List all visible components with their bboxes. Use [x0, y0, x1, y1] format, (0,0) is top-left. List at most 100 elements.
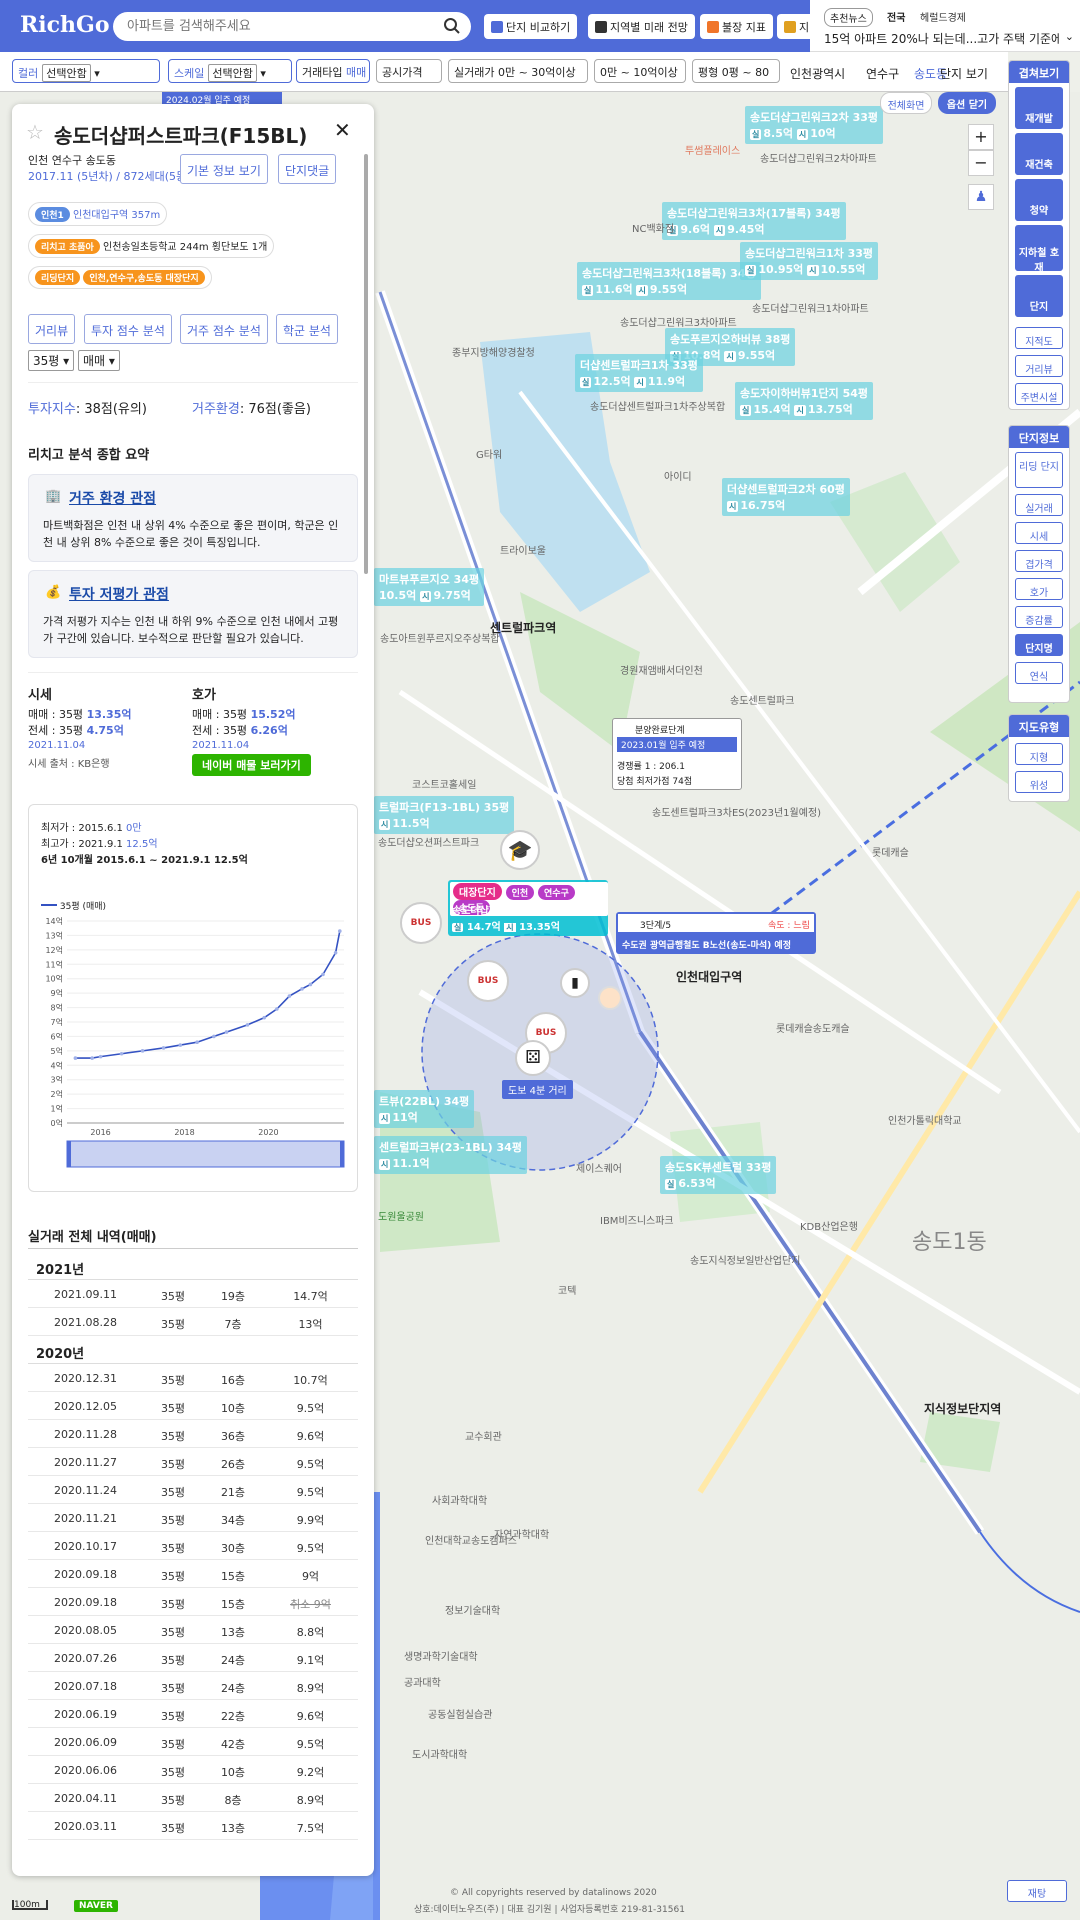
map-price-label[interactable]: 송도더샵그린워크3차(18블록) 34평 실 11.6억 시 9.55억 — [577, 262, 761, 300]
table-row[interactable]: 2020.11.28 35평 36층 9.6억 — [28, 1420, 358, 1448]
tab-invest-score[interactable]: 투자 점수 분석 — [84, 314, 172, 344]
chevron-down-icon[interactable]: ⌄ — [1065, 30, 1074, 43]
complex-name-button[interactable]: 단지명 — [1015, 634, 1063, 656]
price-chart[interactable]: 0억 1억 2억 3억 4억 5억 6억 7억 8억 9억 10억 11억 12억 13억 14억 2016 2… — [29, 913, 359, 1183]
cadastral-button[interactable]: 지적도 — [1015, 327, 1063, 349]
deal-select[interactable]: 매매 ▾ — [78, 350, 120, 371]
table-row[interactable]: 2020.09.18 35평 15층 취소 9억 — [28, 1588, 358, 1616]
live-summary-title[interactable]: 거주 환경 관점 — [69, 488, 156, 508]
map-price-label[interactable]: 센트럴파크뷰(23-1BL) 34평 시 11.1억 — [374, 1136, 527, 1174]
fire-index-button[interactable]: 불장 지표 — [700, 14, 773, 39]
scrollbar[interactable] — [364, 154, 368, 574]
table-row[interactable]: 2020.06.09 35평 42층 9.5억 — [28, 1728, 358, 1756]
map-price-label[interactable]: 송도더샵그린워크2차 33평 실 8.5억 시 10억 — [745, 106, 883, 144]
tab-live-score[interactable]: 거주 점수 분석 — [180, 314, 268, 344]
table-row[interactable]: 2020.09.18 35평 15층 9억 — [28, 1560, 358, 1588]
leading-complex-button[interactable]: 리딩 단지 — [1015, 452, 1063, 488]
size-select[interactable]: 35평 ▾ — [28, 350, 75, 371]
map-price-label[interactable]: 송도더샵그린워크3차(17블록) 34평 실 9.6억 시 9.45억 — [662, 202, 846, 240]
bus-stop-icon[interactable]: BUS — [467, 960, 509, 1002]
market-price-button[interactable]: 시세 — [1015, 522, 1063, 544]
map-price-label[interactable]: 송도SK뷰센트럴 33평 실 6.53억 — [660, 1156, 777, 1194]
refresh-button[interactable]: 재탕 — [1007, 1880, 1067, 1902]
zoom-in-button[interactable]: + — [968, 124, 994, 150]
future-outlook-button[interactable]: 지역별 미래 전망 — [588, 14, 695, 39]
table-row[interactable]: 2021.09.11 35평 19층 14.7억 — [28, 1280, 358, 1308]
table-row[interactable]: 2020.11.24 35평 21층 9.5억 — [28, 1476, 358, 1504]
gtx-line-card[interactable]: 3단계/5 속도 : 느림 수도권 광역급행철도 B노선(송도-마석) 예정 — [616, 912, 816, 954]
map-price-label[interactable]: 송도자이하버뷰1단지 54평 실 15.4억 시 13.75억 — [735, 382, 873, 420]
overlap-price-button[interactable]: 겹가격 — [1015, 550, 1063, 572]
complex-info-title[interactable]: 단지정보 — [1009, 426, 1069, 448]
table-row[interactable]: 2020.12.31 35평 16층 10.7억 — [28, 1364, 358, 1392]
fullscreen-button[interactable]: 전체화면 — [880, 92, 932, 114]
deal-type-filter[interactable]: 거래타입 매매 — [296, 59, 370, 83]
color-filter[interactable]: 컬러 선택안함 ▾ — [12, 59, 160, 83]
year-built-button[interactable]: 연식 — [1015, 662, 1063, 684]
table-row[interactable]: 2020.08.05 35평 13층 8.8억 — [28, 1616, 358, 1644]
close-options-button[interactable]: 옵션 닫기 — [938, 92, 996, 114]
star-icon[interactable]: ☆ — [26, 120, 44, 144]
area-filter[interactable]: 평형 0평 ~ 80 — [692, 59, 780, 83]
satellite-button[interactable]: 위성 — [1015, 771, 1063, 793]
streetview-button[interactable]: 거리뷰 — [1015, 355, 1063, 377]
change-rate-button[interactable]: 증감률 — [1015, 606, 1063, 628]
redevelop-button[interactable]: 재개발 — [1015, 87, 1063, 129]
real-price-button[interactable]: 실거래 — [1015, 494, 1063, 516]
nearby-button[interactable]: 주변시설 — [1015, 383, 1063, 405]
table-row[interactable]: 2020.04.11 35평 8층 8.9억 — [28, 1784, 358, 1812]
rebuild-button[interactable]: 재건축 — [1015, 133, 1063, 175]
table-row[interactable]: 2020.03.11 35평 13층 7.5억 — [28, 1812, 358, 1840]
close-icon[interactable]: ✕ — [334, 118, 351, 142]
table-row[interactable]: 2021.08.28 35평 7층 13억 — [28, 1308, 358, 1336]
tab-school[interactable]: 학군 분석 — [276, 314, 338, 344]
naver-listing-button[interactable]: 네이버 매물 보러가기 — [192, 754, 311, 776]
search-input[interactable] — [127, 16, 427, 36]
map-price-label[interactable]: 송도더샵그린워크1차 33평 실 10.95억 시 10.55억 — [740, 242, 878, 280]
map-price-label[interactable]: 트뷰(22BL) 34평 시 11억 — [374, 1090, 475, 1128]
tab-street-view[interactable]: 거리뷰 — [28, 314, 76, 344]
book-icon[interactable]: ▮ — [560, 968, 590, 998]
news-title[interactable]: 15억 아파트 20%나 되는데...고가 주택 기준에... — [824, 30, 1059, 47]
map-price-label[interactable]: 트럴파크(F13-1BL) 35평 시 11.5억 — [374, 796, 515, 834]
richgo-logo[interactable]: RichGo — [20, 12, 110, 38]
color-select[interactable]: 선택안함 — [42, 64, 91, 82]
zoom-out-button[interactable]: − — [968, 150, 994, 176]
presale-popup[interactable]: 분양완료단계 2023.01월 입주 예정 경쟁률 1 : 206.1 당첨 최… — [612, 718, 742, 790]
overlay-title[interactable]: 겹쳐보기 — [1009, 61, 1069, 83]
bus-stop-icon[interactable]: BUS — [400, 902, 442, 944]
public-price-filter[interactable]: 공시가격 — [376, 59, 442, 83]
table-row[interactable]: 2020.11.21 35평 34층 9.9억 — [28, 1504, 358, 1532]
compare-button[interactable]: 단지 비교하기 — [484, 14, 578, 39]
region-district[interactable]: 연수구 — [866, 65, 899, 82]
table-row[interactable]: 2020.12.05 35평 10층 9.5억 — [28, 1392, 358, 1420]
school-icon[interactable]: 🎓 — [500, 830, 540, 870]
streetview-icon[interactable]: ♟ — [968, 184, 994, 210]
complex-comment-button[interactable]: 단지댓글 — [278, 154, 337, 184]
news-ticker[interactable]: 추천뉴스 전국 헤럴드경제 15억 아파트 20%나 되는데...고가 주택 기… — [810, 0, 1080, 52]
real-price-filter[interactable]: 실거래가 0만 ~ 30억이상 — [448, 59, 588, 83]
map-price-label[interactable]: 마트뷰푸르지오 34평 10.5억 시 9.75억 — [374, 568, 485, 606]
terrain-button[interactable]: 지형 — [1015, 743, 1063, 765]
map-type-title[interactable]: 지도유형 — [1009, 715, 1069, 737]
basic-info-button[interactable]: 기본 정보 보기 — [180, 154, 268, 184]
map-price-label[interactable]: 더샵센트럴파크2차 60평 시 16.75억 — [722, 478, 850, 516]
table-row[interactable]: 2020.07.26 35평 24층 9.1억 — [28, 1644, 358, 1672]
table-row[interactable]: 2020.07.18 35평 24층 8.9억 — [28, 1672, 358, 1700]
subscription-button[interactable]: 청약 — [1015, 179, 1063, 221]
jeonse-filter[interactable]: 0만 ~ 10억이상 — [594, 59, 686, 83]
subway-button[interactable]: 지하철 호재 — [1015, 225, 1063, 274]
table-row[interactable]: 2020.06.19 35평 22층 9.6억 — [28, 1700, 358, 1728]
table-row[interactable]: 2020.06.06 35평 10층 9.2억 — [28, 1756, 358, 1784]
dice-icon[interactable]: ⚄ — [515, 1040, 551, 1076]
map-price-label[interactable]: 더샵센트럴파크1차 33평 실 12.5억 시 11.9억 — [575, 354, 703, 392]
complex-view-button[interactable]: 단지 보기 — [940, 65, 988, 82]
selected-complex-card[interactable]: 대장단지 인천 연수구 송도동 송도더샵퍼스트파크(F15BL) 35평 실 1… — [448, 880, 608, 936]
scale-select[interactable]: 선택안함 — [208, 64, 257, 82]
asking-price-button[interactable]: 호가 — [1015, 578, 1063, 600]
complex-button[interactable]: 단지 — [1015, 275, 1063, 317]
table-row[interactable]: 2020.11.27 35평 26층 9.5억 — [28, 1448, 358, 1476]
search-icon[interactable] — [443, 17, 461, 38]
region-city[interactable]: 인천광역시 — [790, 65, 845, 82]
face-icon[interactable] — [598, 986, 622, 1010]
